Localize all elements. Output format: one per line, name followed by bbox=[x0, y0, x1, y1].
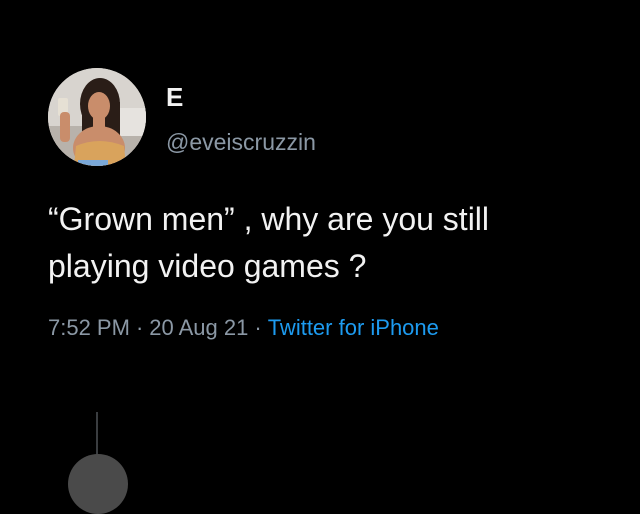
user-handle[interactable]: @eveiscruzzin bbox=[166, 131, 316, 154]
tweet-text: “Grown men” , why are you still playing … bbox=[48, 196, 628, 290]
tweet-text-line-1: “Grown men” , why are you still bbox=[48, 201, 490, 237]
tweet-date[interactable]: 20 Aug 21 bbox=[149, 315, 248, 340]
tweet-card: E @eveiscruzzin “Grown men” , why are yo… bbox=[0, 0, 640, 514]
next-reply-avatar[interactable] bbox=[68, 454, 128, 514]
tweet-time[interactable]: 7:52 PM bbox=[48, 315, 130, 340]
avatar[interactable] bbox=[48, 68, 146, 166]
tweet-source-link[interactable]: Twitter for iPhone bbox=[268, 315, 439, 340]
separator-dot: · bbox=[135, 315, 144, 340]
display-name[interactable]: E bbox=[166, 84, 183, 110]
separator-dot-2: · bbox=[254, 315, 262, 340]
tweet-text-line-2: playing video games ? bbox=[48, 248, 367, 284]
tweet-metadata: 7:52 PM · 20 Aug 21 · Twitter for iPhone bbox=[48, 314, 439, 342]
avatar-image bbox=[48, 68, 146, 166]
